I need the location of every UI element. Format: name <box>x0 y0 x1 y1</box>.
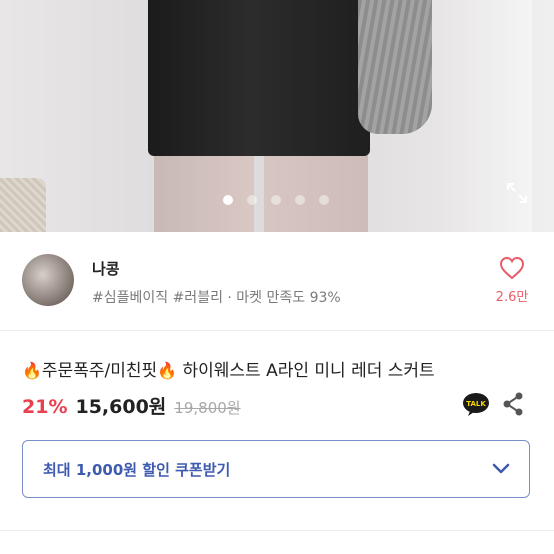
price-row: 21% 15,600원 19,800원 <box>22 392 241 419</box>
original-price: 19,800원 <box>174 399 241 417</box>
sale-price: 15,600원 <box>75 396 167 418</box>
share-icon[interactable] <box>502 392 524 416</box>
kakao-talk-icon[interactable]: TALK <box>462 392 490 416</box>
product-title-tag: 주문폭주/미친핏 <box>41 361 158 381</box>
carousel-dot[interactable] <box>295 195 305 205</box>
seller-tags: #심플베이직 #러블리 · 마켓 만족도 93% <box>92 290 341 306</box>
carousel-dot[interactable] <box>247 195 257 205</box>
carousel-dots <box>223 195 329 205</box>
divider <box>0 330 554 331</box>
coupon-button[interactable]: 최대 1,000원 할인 쿠폰받기 <box>22 440 530 498</box>
seller-section <box>0 232 554 330</box>
chevron-down-icon <box>492 463 510 474</box>
discount-rate: 21% <box>22 396 68 418</box>
seller-avatar[interactable] <box>22 254 74 306</box>
coupon-label: 최대 1,000원 할인 쿠폰받기 <box>43 461 231 479</box>
product-title-text: 하이웨스트 A라인 미니 레더 스커트 <box>182 361 435 381</box>
photo-legs <box>154 150 368 232</box>
expand-icon[interactable] <box>506 182 528 204</box>
photo-skirt <box>148 0 370 156</box>
svg-text:TALK: TALK <box>466 400 486 408</box>
carousel-dot[interactable] <box>271 195 281 205</box>
product-image[interactable] <box>0 0 554 232</box>
seller-name[interactable]: 나콩 <box>92 258 120 279</box>
like-button[interactable]: 2.6만 <box>490 256 534 308</box>
carousel-dot[interactable] <box>223 195 233 205</box>
photo-chair <box>0 178 46 232</box>
divider <box>0 530 554 531</box>
fire-icon: 🔥 <box>22 361 42 380</box>
like-count: 2.6만 <box>495 290 529 305</box>
carousel-dot[interactable] <box>319 195 329 205</box>
fire-icon: 🔥 <box>157 361 178 380</box>
photo-sleeve <box>358 0 432 134</box>
heart-icon <box>499 256 525 280</box>
product-title: 🔥주문폭주/미친핏🔥 하이웨스트 A라인 미니 레더 스커트 <box>22 356 435 381</box>
